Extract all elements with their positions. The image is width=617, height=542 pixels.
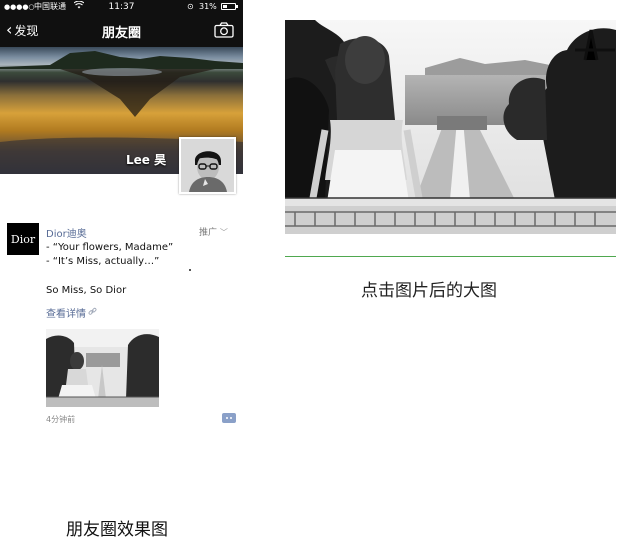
- back-button-label: 发现: [14, 24, 39, 38]
- profile-name: Lee 昊: [126, 153, 167, 167]
- battery-icon: [221, 3, 238, 10]
- wechat-moments-phone: ●●●●○ 中国联通 11:37 ⊙ 31% ‹ 发现 朋友圈 Lee 昊 Di…: [0, 0, 243, 430]
- post-image-thumbnail[interactable]: [46, 329, 159, 407]
- post-text-line-2: - “It’s Miss, actually…”: [46, 256, 160, 267]
- caption-moments-preview: 朋友圈效果图: [66, 520, 168, 540]
- green-divider: [285, 256, 616, 257]
- comment-icon-dot: [226, 417, 228, 419]
- rotation-lock-icon: ⊙: [187, 2, 194, 11]
- caption-enlarged-image: 点击图片后的大图: [361, 281, 497, 301]
- dior-logo[interactable]: Dior: [7, 223, 39, 255]
- comment-button[interactable]: [222, 413, 236, 423]
- view-details-link[interactable]: 查看详情: [46, 305, 97, 320]
- decorative-dot: [189, 269, 191, 271]
- promoted-label[interactable]: 推广 ﹀: [199, 225, 228, 238]
- status-bar: ●●●●○ 中国联通 11:37 ⊙ 31%: [0, 0, 243, 14]
- chevron-left-icon: ‹: [6, 19, 13, 39]
- navigation-bar: ‹ 发现 朋友圈: [0, 14, 243, 47]
- back-button[interactable]: ‹ 发现: [6, 19, 39, 39]
- camera-icon[interactable]: [214, 22, 234, 38]
- view-details-label: 查看详情: [46, 309, 86, 320]
- link-icon: [88, 307, 97, 319]
- enlarged-photo[interactable]: [285, 20, 616, 234]
- post-timestamp: 4分钟前: [46, 415, 76, 424]
- comment-icon-dot: [230, 417, 232, 419]
- post-text-line-1: - “Your flowers, Madame”: [46, 242, 174, 253]
- battery-percent: 31%: [199, 2, 217, 11]
- post-author[interactable]: Dior迪奥: [46, 225, 87, 240]
- chevron-down-icon: ﹀: [219, 228, 228, 237]
- dior-logo-text: Dior: [10, 232, 36, 246]
- profile-avatar[interactable]: [179, 137, 236, 194]
- post-slogan: So Miss, So Dior: [46, 285, 127, 296]
- promoted-label-text: 推广: [199, 228, 218, 238]
